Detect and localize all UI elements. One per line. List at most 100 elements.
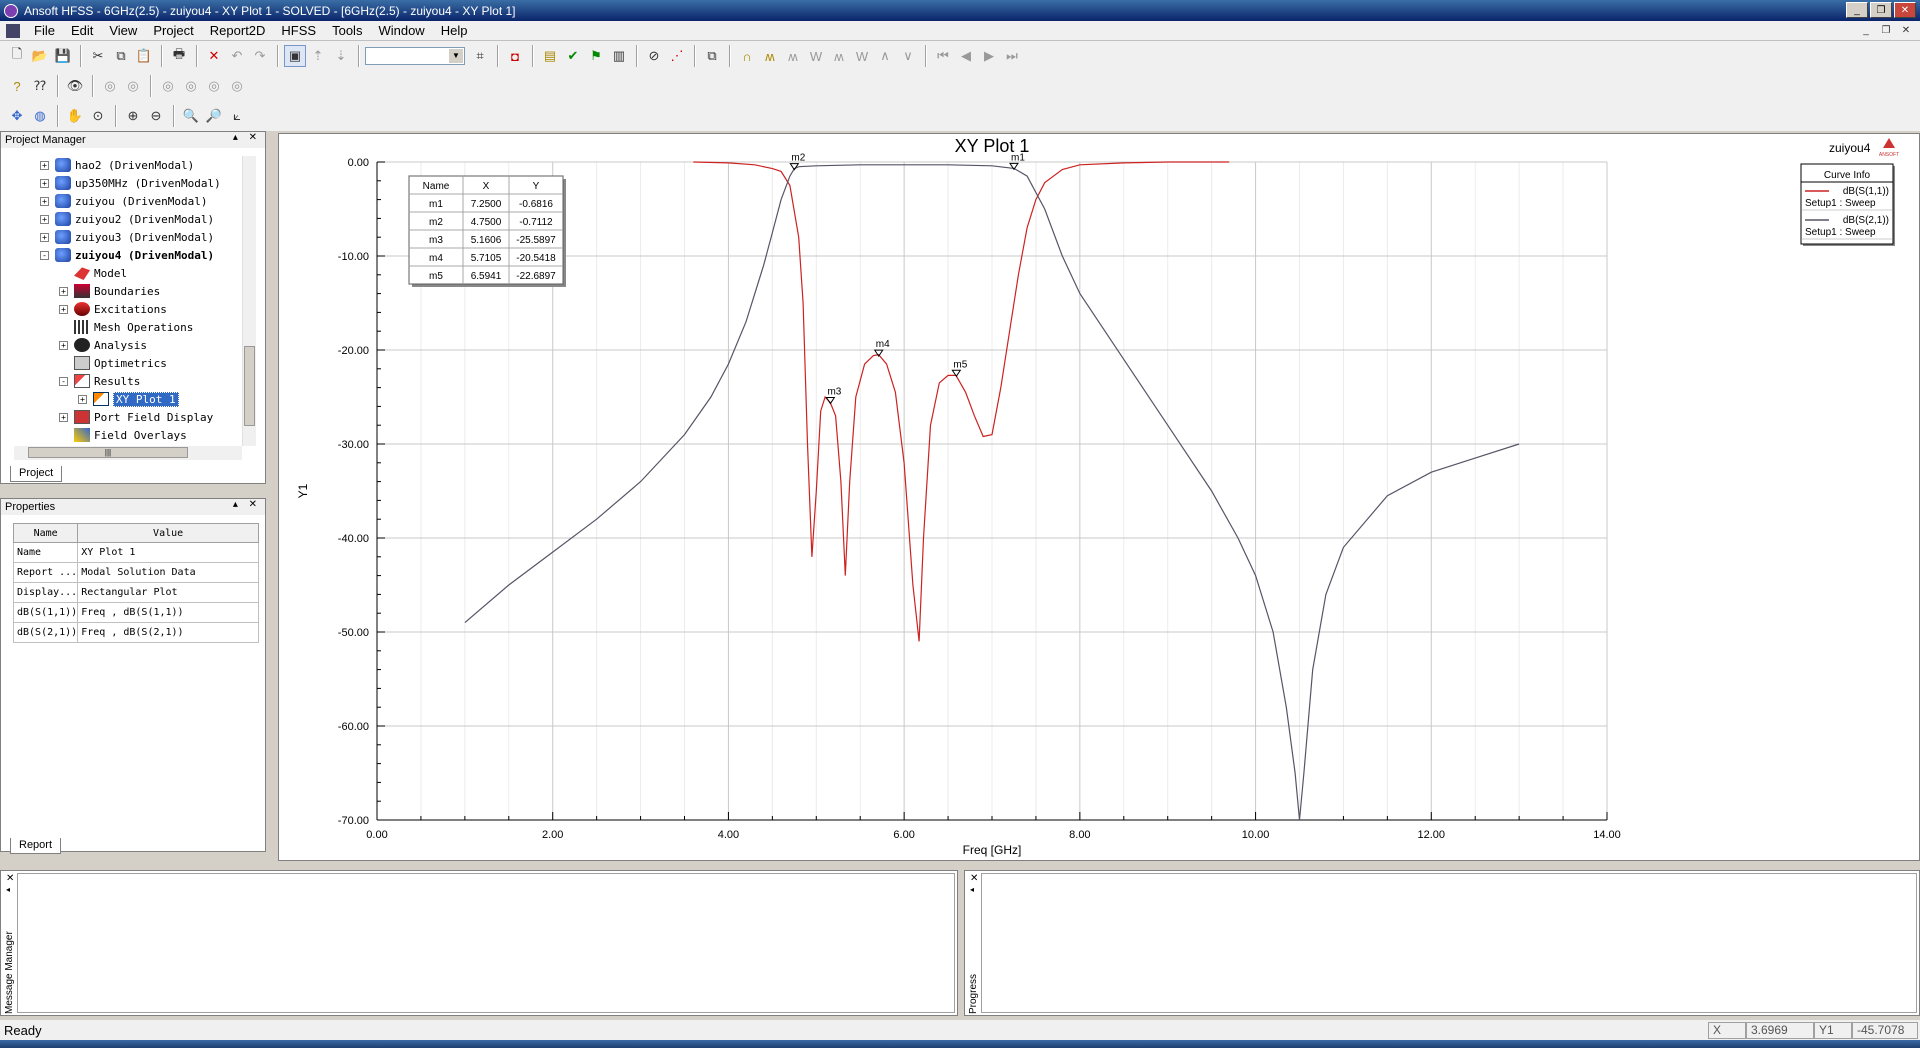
series-line-s11[interactable]: [693, 161, 1230, 642]
fit-selection-icon[interactable]: ⊖: [145, 105, 167, 127]
prop-value[interactable]: Freq , dB(S(1,1)): [77, 602, 259, 623]
message-list[interactable]: [17, 873, 955, 1013]
table-row[interactable]: dB(S(2,1)) Freq , dB(S(2,1)): [12, 622, 259, 643]
first-icon[interactable]: ⏮: [932, 45, 954, 67]
tab-report[interactable]: Report: [10, 838, 62, 854]
windows-icon[interactable]: ⧉: [701, 45, 723, 67]
menu-edit[interactable]: Edit: [63, 23, 101, 38]
tree-item[interactable]: Field Overlays: [59, 426, 187, 444]
rotate-icon[interactable]: ✥: [6, 105, 28, 127]
copy-icon[interactable]: ⧉: [110, 45, 132, 67]
tree-item[interactable]: - zuiyou4 (DrivenModal): [40, 246, 214, 264]
view2-icon[interactable]: ◎: [180, 75, 202, 97]
prev-icon[interactable]: ◀: [955, 45, 977, 67]
curve2-icon[interactable]: ʍ: [759, 45, 781, 67]
tree-item[interactable]: + Port Field Display: [59, 408, 213, 426]
tree-item[interactable]: + zuiyou2 (DrivenModal): [40, 210, 214, 228]
mdi-minimize-button[interactable]: _: [1858, 23, 1874, 37]
menu-report2d[interactable]: Report2D: [202, 23, 274, 38]
expand-icon[interactable]: +: [40, 160, 49, 170]
validate-icon[interactable]: ▤: [539, 45, 561, 67]
help-pointer-icon[interactable]: ?: [6, 75, 28, 97]
tree-item[interactable]: Mesh Operations: [59, 318, 193, 336]
hide-icon[interactable]: ◎: [122, 75, 144, 97]
document-icon[interactable]: [6, 23, 20, 38]
last-icon[interactable]: ⏭: [1001, 45, 1023, 67]
report-icon[interactable]: ▥: [608, 45, 630, 67]
expand-icon[interactable]: +: [78, 394, 87, 404]
show-icon[interactable]: ◎: [99, 75, 121, 97]
prop-value[interactable]: Freq , dB(S(2,1)): [77, 622, 259, 643]
tree-item[interactable]: + up350MHz (DrivenModal): [40, 174, 221, 192]
tree-item[interactable]: + zuiyou3 (DrivenModal): [40, 228, 214, 246]
new-icon[interactable]: 🗋: [6, 45, 28, 67]
results-icon[interactable]: ⋰: [666, 45, 688, 67]
record-icon[interactable]: ◘: [504, 45, 526, 67]
table-row[interactable]: Display... Rectangular Plot: [12, 582, 259, 603]
move-up-icon[interactable]: ⇡: [307, 45, 329, 67]
select-mode-icon[interactable]: ▣: [284, 45, 306, 67]
tree-item[interactable]: Model: [59, 264, 127, 282]
view4-icon[interactable]: ◎: [226, 75, 248, 97]
expand-icon[interactable]: +: [40, 196, 49, 206]
context-help-icon[interactable]: ⁇: [29, 75, 51, 97]
tree-item[interactable]: + hao2 (DrivenModal): [40, 156, 194, 174]
curve7-icon[interactable]: ∧: [874, 45, 896, 67]
tree-item[interactable]: - Results: [59, 372, 140, 390]
undo-icon[interactable]: ↶: [226, 45, 248, 67]
save-icon[interactable]: 💾: [52, 45, 74, 67]
panel-buttons[interactable]: ▴ ✕: [233, 132, 261, 143]
paste-icon[interactable]: 📋: [133, 45, 155, 67]
tree-item[interactable]: + Boundaries: [59, 282, 160, 300]
table-row[interactable]: Name XY Plot 1: [12, 542, 259, 563]
expand-icon[interactable]: +: [40, 214, 49, 224]
curve1-icon[interactable]: ∩: [736, 45, 758, 67]
grid-icon[interactable]: ⌗: [469, 45, 491, 67]
prop-value[interactable]: Modal Solution Data: [77, 562, 259, 583]
tree-horizontal-scrollbar[interactable]: |||: [14, 446, 242, 460]
open-icon[interactable]: 📂: [29, 45, 51, 67]
expand-icon[interactable]: +: [59, 286, 68, 296]
collapse-icon[interactable]: -: [59, 376, 68, 386]
expand-icon[interactable]: +: [40, 178, 49, 188]
material-combo[interactable]: [365, 47, 465, 65]
menu-view[interactable]: View: [101, 23, 145, 38]
close-button[interactable]: ✕: [1894, 2, 1916, 18]
eye-icon[interactable]: 👁: [64, 75, 86, 97]
check-icon[interactable]: ✔: [562, 45, 584, 67]
view1-icon[interactable]: ◎: [157, 75, 179, 97]
next-icon[interactable]: ▶: [978, 45, 1000, 67]
move-down-icon[interactable]: ⇣: [330, 45, 352, 67]
tree-item[interactable]: + Analysis: [59, 336, 147, 354]
menu-tools[interactable]: Tools: [324, 23, 370, 38]
tree-item[interactable]: + zuiyou (DrivenModal): [40, 192, 207, 210]
menu-project[interactable]: Project: [145, 23, 201, 38]
print-icon[interactable]: 🖶: [168, 45, 190, 67]
table-row[interactable]: dB(S(1,1)) Freq , dB(S(1,1)): [12, 602, 259, 623]
zoom-in-icon[interactable]: 🔍: [180, 105, 202, 127]
menu-help[interactable]: Help: [433, 23, 476, 38]
redo-icon[interactable]: ↷: [249, 45, 271, 67]
curve6-icon[interactable]: W: [851, 45, 873, 67]
expand-icon[interactable]: +: [59, 304, 68, 314]
minimize-button[interactable]: _: [1846, 2, 1868, 18]
message-close-icon[interactable]: ✕: [6, 873, 14, 884]
properties-panel-buttons[interactable]: ▴ ✕: [233, 499, 261, 510]
marker-m2[interactable]: [789, 163, 800, 171]
collapse-icon[interactable]: -: [40, 250, 49, 260]
mdi-close-button[interactable]: ✕: [1898, 23, 1914, 37]
expand-icon[interactable]: +: [59, 340, 68, 350]
message-pin-icon[interactable]: ◂: [6, 885, 10, 894]
table-row[interactable]: Report ... Modal Solution Data: [12, 562, 259, 583]
axis-icon[interactable]: ⟀: [226, 105, 248, 127]
xy-plot-chart[interactable]: 0.00 2.00 4.00 6.00 8.00 10.00 12.00 14.00 0.00 -…: [279, 134, 1919, 860]
orient-icon[interactable]: ◍: [29, 105, 51, 127]
prop-value[interactable]: XY Plot 1: [77, 542, 259, 563]
fields-icon[interactable]: ⊘: [643, 45, 665, 67]
cut-icon[interactable]: ✂: [87, 45, 109, 67]
tree-vertical-scrollbar[interactable]: [242, 156, 256, 446]
menu-window[interactable]: Window: [370, 23, 432, 38]
delete-icon[interactable]: ✕: [203, 45, 225, 67]
view3-icon[interactable]: ◎: [203, 75, 225, 97]
progress-list[interactable]: [981, 873, 1917, 1013]
